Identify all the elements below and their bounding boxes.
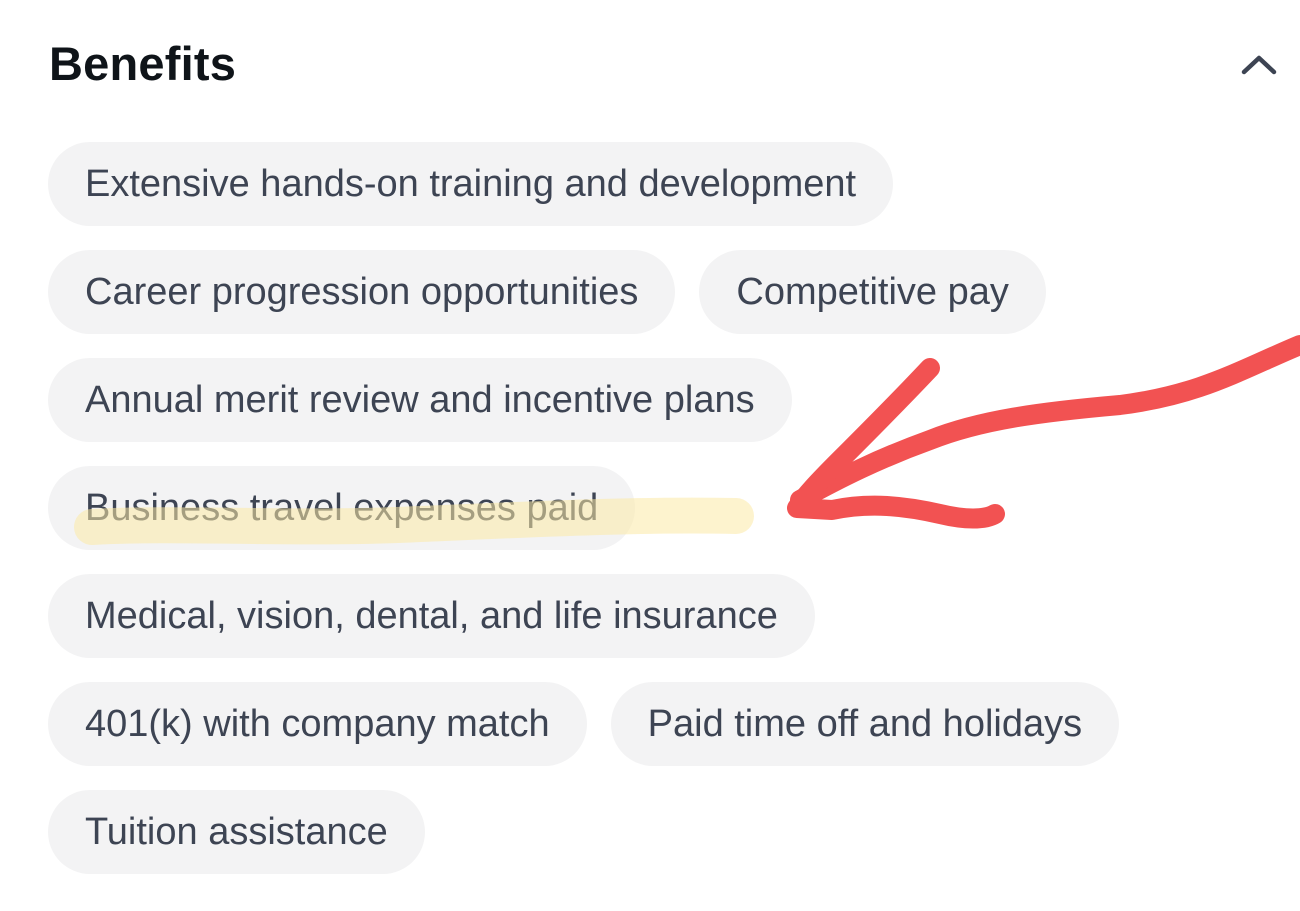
chip-row: Tuition assistance: [48, 790, 1278, 874]
benefits-list: Extensive hands-on training and developm…: [48, 142, 1278, 898]
benefit-chip[interactable]: Medical, vision, dental, and life insura…: [48, 574, 815, 658]
benefit-chip[interactable]: Career progression opportunities: [48, 250, 676, 334]
benefit-chip[interactable]: Tuition assistance: [48, 790, 425, 874]
benefit-chip-highlighted[interactable]: Business travel expenses paid: [48, 466, 636, 550]
benefit-chip[interactable]: Competitive pay: [699, 250, 1046, 334]
chip-row: Business travel expenses paid: [48, 466, 1278, 550]
chip-row: Extensive hands-on training and developm…: [48, 142, 1278, 226]
benefit-chip[interactable]: 401(k) with company match: [48, 682, 587, 766]
benefit-chip[interactable]: Paid time off and holidays: [610, 682, 1120, 766]
benefit-chip[interactable]: Extensive hands-on training and developm…: [48, 142, 894, 226]
chip-row: Career progression opportunities Competi…: [48, 250, 1278, 334]
benefits-section: Benefits Extensive hands-on training and…: [0, 0, 1300, 911]
section-title: Benefits: [49, 37, 237, 90]
collapse-button[interactable]: [1230, 40, 1288, 88]
benefit-chip[interactable]: Annual merit review and incentive plans: [48, 358, 792, 442]
chip-row: 401(k) with company match Paid time off …: [48, 682, 1278, 766]
chevron-up-icon: [1241, 55, 1277, 75]
chip-row: Medical, vision, dental, and life insura…: [48, 574, 1278, 658]
chip-row: Annual merit review and incentive plans: [48, 358, 1278, 442]
